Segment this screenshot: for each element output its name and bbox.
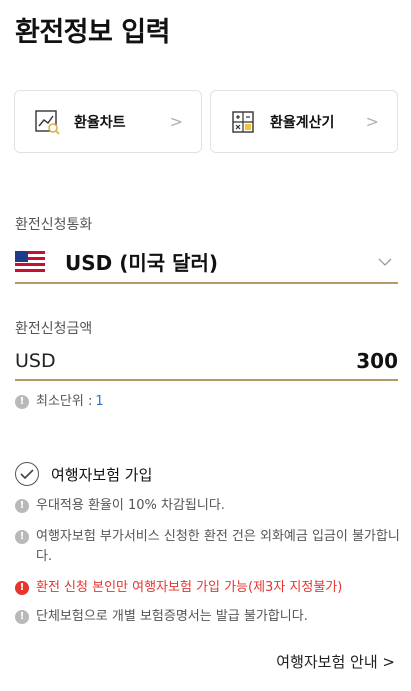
- insurance-note-text: 여행자보험 부가서비스 신청한 환전 건은 외화예금 입금이 불가합니다.: [36, 529, 400, 564]
- insurance-guide-link[interactable]: 여행자보험 안내 >: [276, 651, 395, 672]
- insurance-note-text: 단체보험으로 개별 보험증명서는 발급 불가합니다.: [36, 609, 308, 624]
- chevron-down-icon: [378, 254, 392, 270]
- info-icon: !: [15, 581, 29, 595]
- chart-icon: [32, 107, 62, 137]
- info-icon: !: [15, 395, 29, 409]
- exchange-calculator-label: 환율계산기: [270, 114, 335, 131]
- exchange-chart-label: 환율차트: [74, 114, 126, 131]
- amount-input[interactable]: [198, 349, 398, 373]
- check-circle-icon: [15, 462, 39, 486]
- amount-field-label: 환전신청금액: [15, 321, 93, 337]
- amount-currency-code: USD: [15, 350, 56, 372]
- exchange-chart-button[interactable]: 환율차트 >: [14, 90, 202, 153]
- currency-select[interactable]: USD (미국 달러): [15, 241, 398, 284]
- min-unit-note: ! 최소단위 : 1: [15, 392, 104, 412]
- amount-field: USD: [15, 343, 398, 381]
- chevron-right-icon: >: [365, 112, 379, 131]
- us-flag-icon: [15, 251, 45, 272]
- chevron-right-icon: >: [169, 112, 183, 131]
- info-icon: !: [15, 610, 29, 624]
- calculator-icon: [228, 107, 258, 137]
- info-icon: !: [15, 499, 29, 513]
- currency-field-label: 환전신청통화: [15, 217, 93, 233]
- insurance-note: ! 여행자보험 부가서비스 신청한 환전 건은 외화예금 입금이 불가합니다.: [15, 527, 400, 567]
- insurance-note: ! 우대적용 환율이 10% 차감됩니다.: [15, 496, 400, 516]
- selected-currency: USD (미국 달러): [65, 251, 219, 275]
- page-title: 환전정보 입력: [15, 17, 170, 48]
- min-unit-label: 최소단위 :: [36, 394, 93, 409]
- insurance-note: ! 단체보험으로 개별 보험증명서는 발급 불가합니다.: [15, 607, 400, 627]
- exchange-calculator-button[interactable]: 환율계산기 >: [210, 90, 398, 153]
- insurance-checkbox[interactable]: 여행자보험 가입: [15, 462, 152, 486]
- insurance-note-text: 환전 신청 본인만 여행자보험 가입 가능(제3자 지정불가): [36, 580, 343, 595]
- insurance-warning-note: ! 환전 신청 본인만 여행자보험 가입 가능(제3자 지정불가): [15, 578, 400, 598]
- insurance-note-text: 우대적용 환율이 10% 차감됩니다.: [36, 498, 225, 513]
- min-unit-value: 1: [95, 394, 104, 409]
- info-icon: !: [15, 530, 29, 544]
- insurance-label: 여행자보험 가입: [51, 465, 153, 484]
